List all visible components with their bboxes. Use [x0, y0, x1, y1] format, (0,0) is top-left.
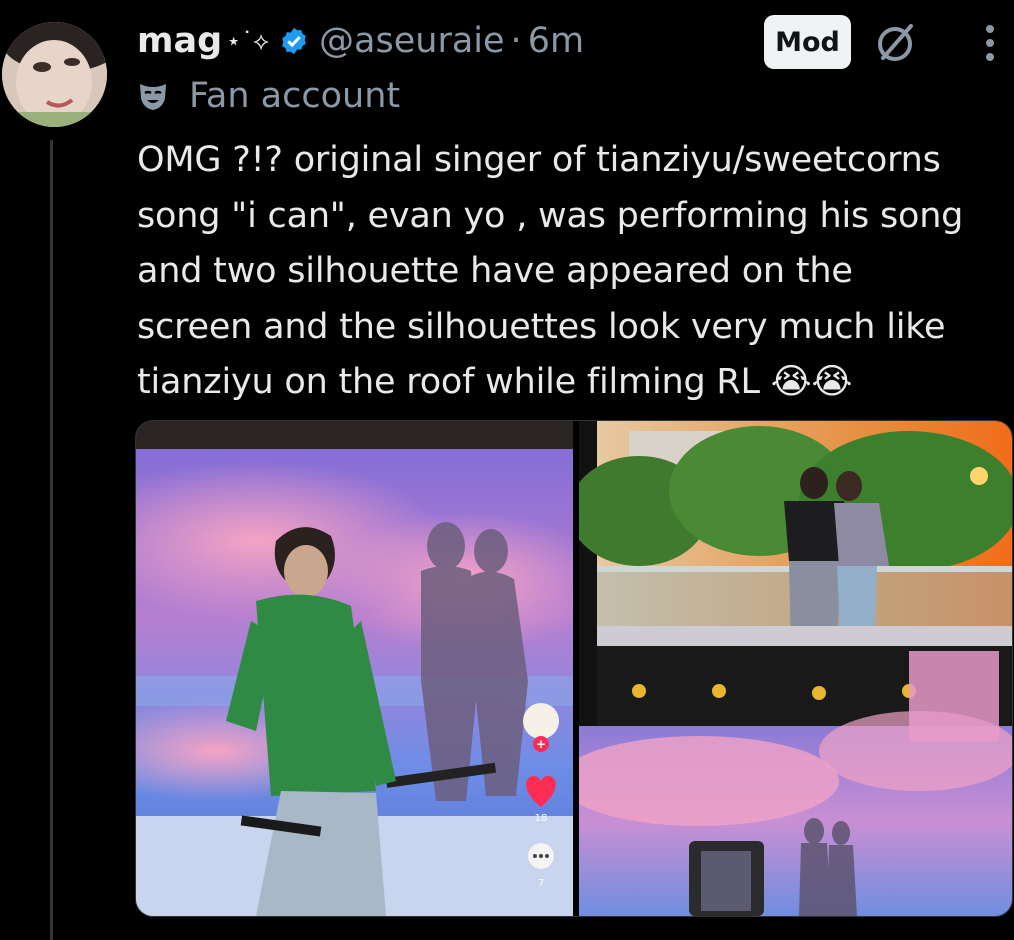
more-vertical-icon[interactable]: [975, 20, 1005, 66]
post-text-line: song "i can", evan yo , was performing h…: [137, 195, 964, 236]
post-timestamp[interactable]: 6m: [528, 21, 584, 61]
like-count: 18: [535, 813, 548, 824]
author-handle[interactable]: @aseuraie: [319, 21, 505, 61]
separator-dot: ·: [510, 21, 522, 61]
post-text: OMG ?!? original singer of tianziyu/swee…: [137, 133, 1009, 411]
comment-count: 7: [538, 878, 544, 889]
affiliation-label[interactable]: Fan account: [137, 74, 400, 118]
verified-badge-icon[interactable]: [279, 26, 309, 56]
svg-text:+: +: [536, 737, 546, 751]
post-header: mag ⋆˙⟡ @aseuraie · 6m: [137, 16, 584, 66]
author-avatar[interactable]: [2, 22, 107, 127]
creator-avatar[interactable]: [523, 703, 559, 739]
author-name-decoration: ⋆˙⟡: [226, 27, 270, 55]
theater-mask-icon: [140, 84, 166, 110]
post-media[interactable]: + 18 7: [135, 420, 1013, 917]
post-text-line: screen and the silhouettes look very muc…: [137, 306, 946, 347]
concert-photo[interactable]: + 18 7: [136, 421, 573, 916]
post-text-line: OMG ?!? original singer of tianziyu/swee…: [137, 140, 941, 180]
author-name[interactable]: mag: [137, 21, 222, 61]
rooftop-photo[interactable]: [579, 421, 1012, 916]
post-text-line: and two silhouette have appeared on the: [137, 251, 853, 291]
affiliation-text: Fan account: [189, 76, 401, 116]
thread-line: [50, 140, 53, 940]
post-text-line: tianziyu on the roof while filming RL 😭😭: [137, 362, 853, 402]
no-entry-icon[interactable]: [873, 20, 917, 64]
mod-button[interactable]: Mod: [764, 15, 851, 69]
